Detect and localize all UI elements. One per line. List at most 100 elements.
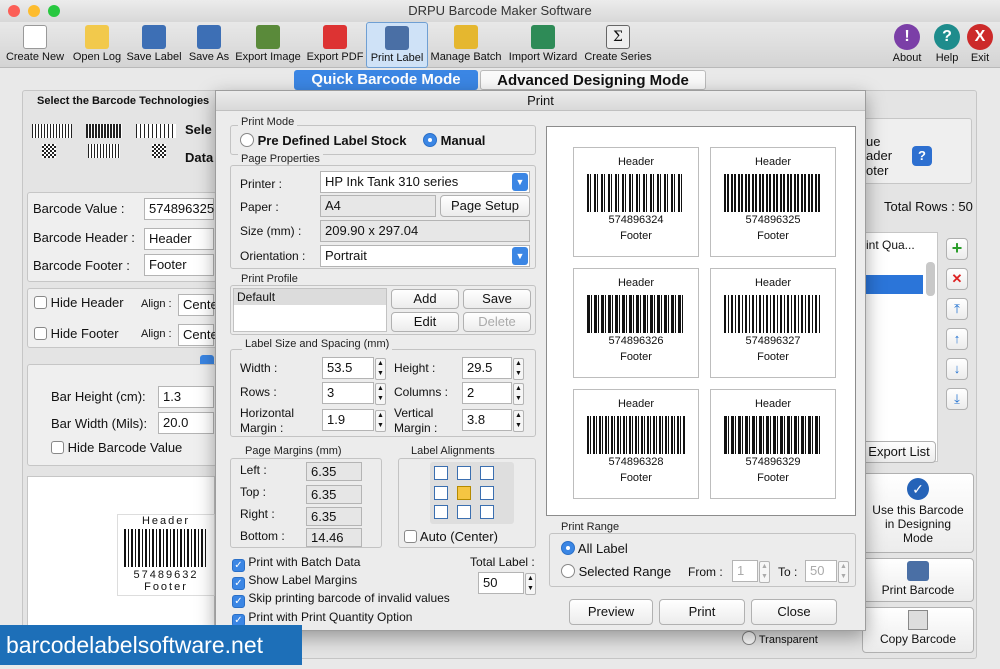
help-small-icon[interactable]: ?	[912, 146, 932, 166]
header-label-cut: ader	[866, 148, 893, 163]
title-bar: DRPU Barcode Maker Software	[0, 0, 1000, 22]
hmargin-stepper[interactable]: ▲ ▼	[375, 410, 386, 432]
exit-button[interactable]: X Exit	[964, 24, 996, 64]
hmargin-input[interactable]: 1.9 ▲ ▼	[322, 409, 386, 432]
profile-item[interactable]: Default	[234, 289, 386, 305]
margin-bottom-input[interactable]: 14.46	[306, 528, 362, 547]
margin-right-label: Right :	[240, 507, 275, 521]
advanced-mode-tab[interactable]: Advanced Designing Mode	[480, 70, 706, 90]
quick-mode-tab[interactable]: Quick Barcode Mode	[294, 70, 478, 90]
print-barcode-button[interactable]: Print Barcode	[862, 558, 974, 602]
printer-icon	[385, 26, 409, 50]
width-input[interactable]: 53.5 ▲ ▼	[322, 357, 386, 380]
width-stepper[interactable]: ▲ ▼	[375, 358, 386, 380]
minimize-window-button[interactable]	[28, 5, 40, 17]
to-stepper[interactable]: ▲ ▼	[838, 561, 849, 583]
import-wizard-button[interactable]: Import Wizard	[506, 22, 580, 68]
columns-stepper[interactable]: ▲ ▼	[513, 383, 524, 405]
to-input[interactable]: 50 ▲ ▼	[805, 560, 849, 583]
bar-width-input[interactable]: 20.0	[158, 412, 214, 434]
orientation-select[interactable]: Portrait ▼	[320, 245, 530, 267]
add-row-button[interactable]: +	[946, 238, 968, 260]
list-selected-row[interactable]	[859, 275, 923, 294]
preview-button[interactable]: Preview	[569, 599, 653, 625]
move-top-button[interactable]: ⤒	[946, 298, 968, 320]
total-label-input[interactable]: 50 ▲ ▼	[478, 572, 536, 595]
hide-header-checkbox[interactable]: Hide Header	[34, 295, 124, 310]
save-as-button[interactable]: Save As	[186, 22, 232, 68]
create-series-button[interactable]: Σ Create Series	[584, 22, 652, 68]
zoom-window-button[interactable]	[48, 5, 60, 17]
profile-save-button[interactable]: Save	[463, 289, 531, 309]
open-log-button[interactable]: Open Log	[70, 22, 124, 68]
printer-select[interactable]: HP Ink Tank 310 series ▼	[320, 171, 530, 193]
vmargin-input[interactable]: 3.8 ▲ ▼	[462, 409, 524, 432]
export-list-button[interactable]: Export List	[862, 441, 936, 463]
delete-row-button[interactable]: ✕	[946, 268, 968, 290]
move-up-button[interactable]: ↑	[946, 328, 968, 350]
copy-barcode-button[interactable]: Copy Barcode	[862, 607, 974, 653]
chevron-down-icon: ▼	[512, 247, 528, 265]
profile-delete-button[interactable]: Delete	[463, 312, 531, 332]
print-label-button[interactable]: Print Label	[366, 22, 428, 68]
transparent-radio[interactable]: Transparent	[742, 631, 818, 646]
barcode-header-input[interactable]: Header	[144, 228, 214, 250]
vmargin-stepper[interactable]: ▲ ▼	[513, 410, 524, 432]
alignment-grid[interactable]	[430, 462, 514, 524]
rows-input[interactable]: 3 ▲ ▼	[322, 382, 386, 405]
selected-range-radio[interactable]: Selected Range	[561, 564, 671, 579]
profile-edit-button[interactable]: Edit	[391, 312, 459, 332]
close-button[interactable]: Close	[751, 599, 837, 625]
hide-footer-checkbox[interactable]: Hide Footer	[34, 326, 119, 341]
print-button[interactable]: Print	[659, 599, 745, 625]
about-button[interactable]: ! About	[890, 24, 924, 64]
select-tech-label: Select the Barcode Technologies	[37, 95, 210, 107]
columns-input[interactable]: 2 ▲ ▼	[462, 382, 524, 405]
exit-icon: X	[967, 24, 993, 50]
show-margins-checkbox[interactable]: ✓ Show Label Margins	[232, 573, 357, 590]
height-label: Height :	[394, 361, 436, 375]
skip-invalid-checkbox[interactable]: ✓ Skip printing barcode of invalid value…	[232, 591, 450, 608]
hide-barcode-value-checkbox[interactable]: Hide Barcode Value	[51, 440, 182, 455]
bar-width-label: Bar Width (Mils):	[51, 416, 148, 431]
barcode-footer-input[interactable]: Footer	[144, 254, 214, 276]
total-label-stepper[interactable]: ▲ ▼	[525, 573, 536, 595]
close-window-button[interactable]	[8, 5, 20, 17]
move-bottom-button[interactable]: ⤓	[946, 388, 968, 410]
height-input[interactable]: 29.5 ▲ ▼	[462, 357, 524, 380]
predefined-stock-radio[interactable]: Pre Defined Label Stock	[240, 133, 406, 148]
barcode-bars	[587, 174, 685, 212]
profile-list[interactable]: Default	[233, 288, 387, 332]
from-stepper[interactable]: ▲ ▼	[759, 561, 770, 583]
export-pdf-button[interactable]: Export PDF	[306, 22, 364, 68]
barcode-value-input[interactable]: 574896325	[144, 198, 214, 220]
margin-right-input[interactable]: 6.35	[306, 507, 362, 526]
height-stepper[interactable]: ▲ ▼	[513, 358, 524, 380]
all-label-radio[interactable]: All Label	[561, 541, 628, 556]
batch-data-checkbox[interactable]: ✓ Print with Batch Data	[232, 555, 360, 572]
manual-radio[interactable]: Manual	[423, 133, 485, 148]
paper-field: A4	[320, 195, 436, 217]
move-down-button[interactable]: ↓	[946, 358, 968, 380]
footer-align-select[interactable]: Cente	[178, 324, 218, 346]
rows-stepper[interactable]: ▲ ▼	[375, 383, 386, 405]
use-in-designing-button[interactable]: ✓ Use this Barcode in Designing Mode	[862, 473, 974, 553]
preview-header: Header	[141, 515, 191, 527]
align-label-header: Align :	[141, 298, 172, 310]
bar-height-input[interactable]: 1.3	[158, 386, 214, 408]
margin-top-input[interactable]: 6.35	[306, 485, 362, 504]
auto-center-checkbox[interactable]: Auto (Center)	[404, 529, 498, 544]
save-label-button[interactable]: Save Label	[126, 22, 182, 68]
page-setup-button[interactable]: Page Setup	[440, 195, 530, 217]
help-button[interactable]: ? Help	[930, 24, 964, 64]
margin-left-input[interactable]: 6.35	[306, 462, 362, 481]
barcode-bars	[724, 174, 822, 212]
export-image-button[interactable]: Export Image	[234, 22, 302, 68]
manage-batch-button[interactable]: Manage Batch	[430, 22, 502, 68]
profile-add-button[interactable]: Add	[391, 289, 459, 309]
list-scrollbar[interactable]	[926, 262, 935, 296]
header-align-select[interactable]: Cente	[178, 294, 218, 316]
copy-icon	[908, 610, 928, 630]
create-new-button[interactable]: Create New	[4, 22, 66, 68]
from-input[interactable]: 1 ▲ ▼	[732, 560, 770, 583]
